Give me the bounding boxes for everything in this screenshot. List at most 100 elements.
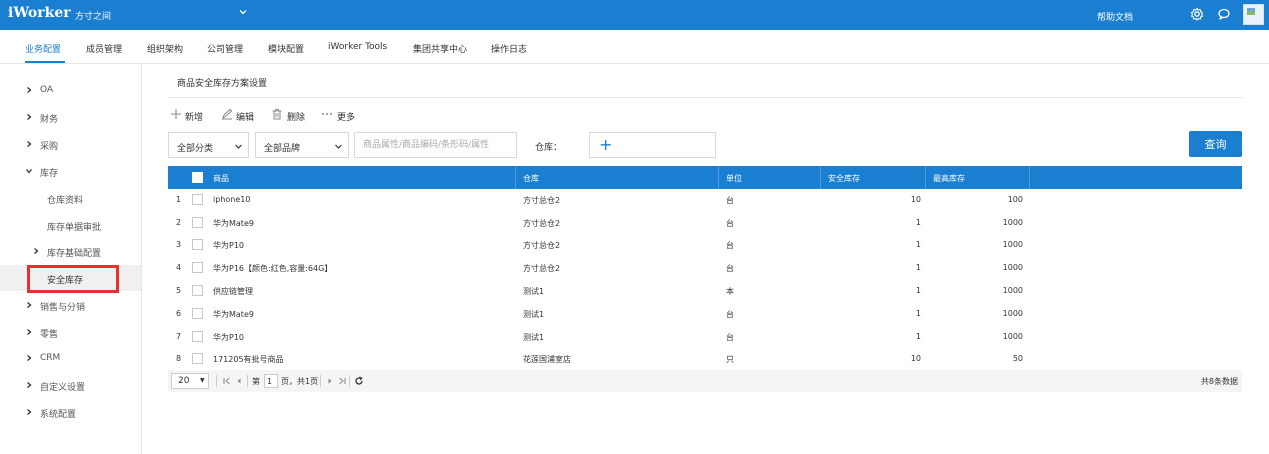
table-row[interactable]: 1 iphone10 方寸总仓2 台 10 100 bbox=[168, 189, 1242, 211]
row-number: 4 bbox=[176, 263, 182, 272]
table-row[interactable]: 4 华为P16【颜色:红色,容量:64G】 方寸总仓2 台 1 1000 bbox=[168, 257, 1242, 279]
sidebar-item-crm[interactable]: CRM bbox=[0, 345, 141, 371]
avatar[interactable] bbox=[1243, 4, 1264, 25]
product-search-field[interactable] bbox=[354, 132, 517, 158]
delete-icon[interactable] bbox=[271, 108, 283, 120]
product-cell: 供应链管理 bbox=[213, 287, 253, 296]
sidebar-item-label: CRM bbox=[40, 353, 61, 363]
more-icon[interactable] bbox=[321, 108, 333, 120]
safety-stock-cell: 10 bbox=[910, 195, 921, 204]
sidebar-item-inventory-base-config[interactable]: 库存基础配置 bbox=[0, 238, 141, 264]
safety-stock-cell: 1 bbox=[915, 309, 921, 318]
chevron-right-icon bbox=[25, 86, 33, 94]
first-page-icon[interactable] bbox=[222, 376, 232, 386]
add-button[interactable]: 新增 bbox=[185, 110, 203, 123]
column-header-max-stock[interactable]: 最高库存 bbox=[933, 173, 965, 184]
menu-item-company[interactable]: 公司管理 bbox=[207, 42, 243, 55]
chevron-right-icon bbox=[25, 328, 33, 336]
edit-icon[interactable] bbox=[221, 108, 233, 120]
sidebar-item-label: OA bbox=[40, 85, 54, 95]
unit-cell: 台 bbox=[726, 196, 734, 205]
warehouse-cell: 方寸总仓2 bbox=[523, 196, 561, 205]
row-number: 6 bbox=[176, 309, 182, 318]
sidebar-item-oa[interactable]: OA bbox=[0, 77, 141, 103]
delete-button[interactable]: 删除 bbox=[287, 110, 305, 123]
category-select[interactable]: 全部分类 bbox=[168, 132, 249, 158]
sidebar-item-label: 财务 bbox=[40, 115, 59, 125]
sidebar-item-label: 库存 bbox=[40, 169, 59, 179]
menu-item-business-config[interactable]: 业务配置 bbox=[25, 42, 61, 55]
query-button[interactable]: 查询 bbox=[1189, 131, 1242, 157]
column-header-product[interactable]: 商品 bbox=[213, 173, 229, 184]
add-icon[interactable] bbox=[170, 108, 182, 120]
last-page-icon[interactable] bbox=[337, 376, 347, 386]
company-name[interactable]: 方寸之间 bbox=[75, 9, 111, 22]
row-checkbox[interactable] bbox=[192, 308, 203, 319]
warehouse-cell: 方寸总仓2 bbox=[523, 264, 561, 273]
row-checkbox[interactable] bbox=[192, 331, 203, 342]
plus-icon[interactable]: + bbox=[599, 137, 612, 153]
brand-select[interactable]: 全部品牌 bbox=[255, 132, 349, 158]
refresh-icon[interactable] bbox=[354, 376, 364, 386]
total-records-text: 共8条数据 bbox=[1200, 377, 1238, 386]
column-header-safety-stock[interactable]: 安全库存 bbox=[828, 173, 860, 184]
table-row[interactable]: 5 供应链管理 测试1 本 1 1000 bbox=[168, 280, 1242, 302]
table-row[interactable]: 6 华为Mate9 测试1 台 1 1000 bbox=[168, 303, 1242, 325]
menu-item-members[interactable]: 成员管理 bbox=[86, 42, 122, 55]
settings-icon[interactable] bbox=[1189, 6, 1205, 22]
row-checkbox[interactable] bbox=[192, 239, 203, 250]
sidebar-item-inventory-approval[interactable]: 库存单据审批 bbox=[0, 212, 141, 238]
sidebar-item-label: 库存基础配置 bbox=[47, 249, 102, 259]
page-number-input[interactable]: 1 bbox=[264, 374, 278, 388]
edit-button[interactable]: 编辑 bbox=[236, 110, 254, 123]
sidebar-item-custom-settings[interactable]: 自定义设置 bbox=[0, 372, 141, 398]
column-divider bbox=[925, 166, 926, 189]
chevron-right-icon bbox=[25, 140, 33, 148]
max-stock-cell: 1000 bbox=[1002, 309, 1023, 318]
safety-stock-cell: 1 bbox=[915, 286, 921, 295]
menu-item-group-share[interactable]: 集团共享中心 bbox=[413, 42, 467, 55]
page-size-select[interactable]: 20 ▼ bbox=[171, 373, 209, 389]
help-link[interactable]: 帮助文档 bbox=[1097, 10, 1133, 23]
table-row[interactable]: 3 华为P10 方寸总仓2 台 1 1000 bbox=[168, 234, 1242, 256]
row-checkbox[interactable] bbox=[192, 262, 203, 273]
product-cell: 华为Mate9 bbox=[213, 310, 254, 319]
table-row[interactable]: 7 华为P10 测试1 台 1 1000 bbox=[168, 326, 1242, 348]
row-checkbox[interactable] bbox=[192, 353, 203, 364]
sidebar-item-warehouse-info[interactable]: 仓库资料 bbox=[0, 185, 141, 211]
sidebar-item-system-config[interactable]: 系统配置 bbox=[0, 399, 141, 425]
warehouse-picker[interactable]: + bbox=[589, 132, 716, 158]
more-button[interactable]: 更多 bbox=[337, 110, 355, 123]
table-row[interactable]: 8 171205有批号商品 花莲国浦室店 只 10 50 bbox=[168, 348, 1242, 370]
sidebar-item-retail[interactable]: 零售 bbox=[0, 319, 141, 345]
sidebar-item-finance[interactable]: 财务 bbox=[0, 104, 141, 130]
column-header-warehouse[interactable]: 仓库 bbox=[523, 173, 539, 184]
sidebar-item-label: 销售与分销 bbox=[40, 303, 86, 313]
sidebar-item-inventory[interactable]: 库存 bbox=[0, 158, 141, 184]
sidebar-item-purchase[interactable]: 采购 bbox=[0, 131, 141, 157]
warehouse-cell: 测试1 bbox=[523, 310, 545, 319]
sidebar-item-sales[interactable]: 销售与分销 bbox=[0, 292, 141, 318]
product-search-input[interactable] bbox=[355, 133, 516, 157]
table-row[interactable]: 2 华为Mate9 方寸总仓2 台 1 1000 bbox=[168, 212, 1242, 234]
column-header-unit[interactable]: 单位 bbox=[726, 173, 742, 184]
unit-cell: 台 bbox=[726, 241, 734, 250]
row-checkbox[interactable] bbox=[192, 217, 203, 228]
safety-stock-cell: 1 bbox=[915, 240, 921, 249]
company-dropdown-icon[interactable] bbox=[238, 7, 248, 20]
safety-stock-cell: 1 bbox=[915, 263, 921, 272]
row-checkbox[interactable] bbox=[192, 285, 203, 296]
prev-page-icon[interactable] bbox=[234, 376, 244, 386]
menu-item-modules[interactable]: 模块配置 bbox=[268, 42, 304, 55]
app-logo[interactable]: iWorker bbox=[8, 5, 71, 21]
unit-cell: 台 bbox=[726, 219, 734, 228]
menu-item-iworker-tools[interactable]: iWorker Tools bbox=[328, 42, 387, 52]
menu-item-org[interactable]: 组织架构 bbox=[147, 42, 183, 55]
divider bbox=[349, 375, 350, 387]
row-checkbox[interactable] bbox=[192, 194, 203, 205]
chat-icon[interactable] bbox=[1216, 6, 1232, 22]
select-all-checkbox[interactable] bbox=[192, 172, 203, 183]
max-stock-cell: 100 bbox=[1007, 195, 1023, 204]
next-page-icon[interactable] bbox=[325, 376, 335, 386]
menu-item-logs[interactable]: 操作日志 bbox=[491, 42, 527, 55]
